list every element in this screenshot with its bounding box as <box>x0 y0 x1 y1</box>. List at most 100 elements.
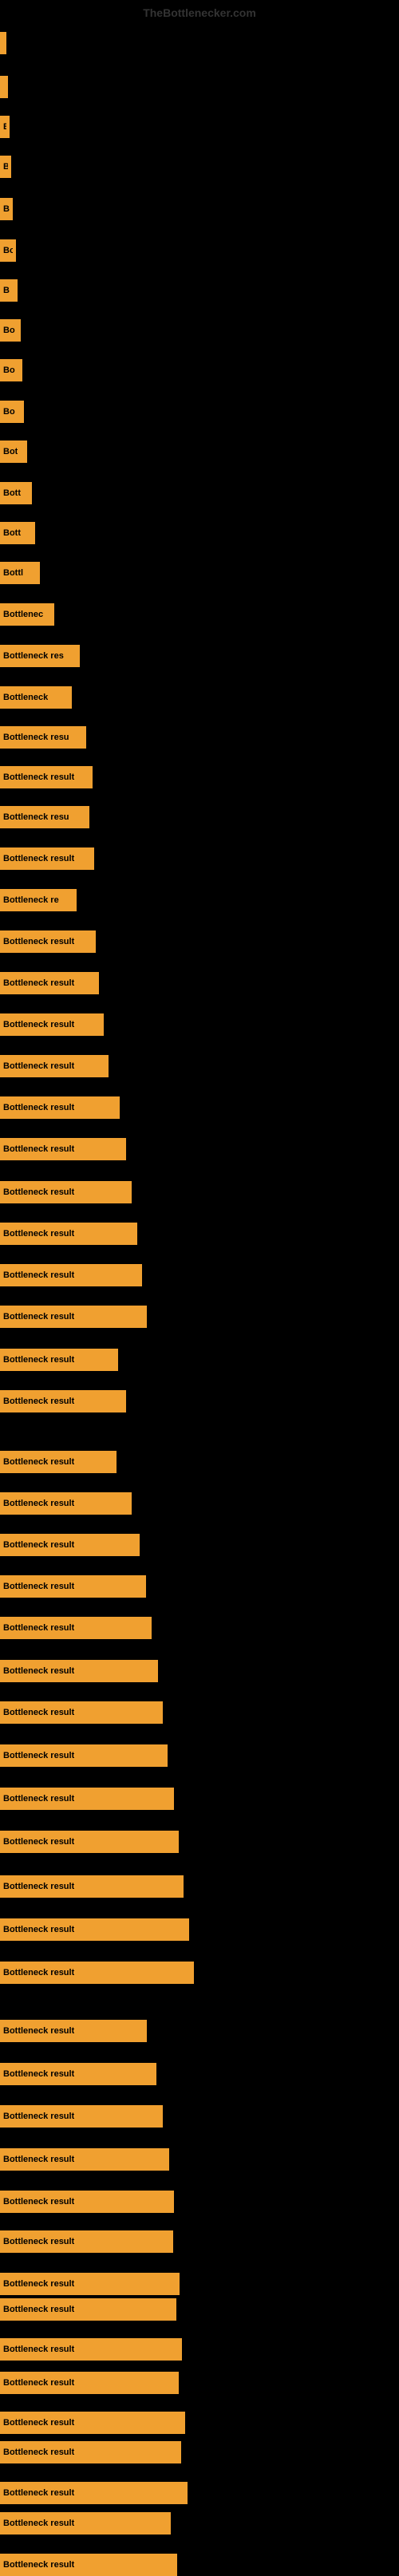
bar-item: Bottleneck result <box>0 1831 179 1853</box>
bar-label: Bottleneck result <box>3 1968 74 1977</box>
bar-item: Bottleneck result <box>0 930 96 953</box>
bar-label: Bottleneck result <box>3 2112 74 2121</box>
bar-item: Bottleneck result <box>0 1744 168 1767</box>
bar-label: Bottleneck result <box>3 772 74 782</box>
bar-item: Bottlenec <box>0 603 54 626</box>
bar-item: Bott <box>0 522 35 544</box>
bar-item: Bottleneck result <box>0 1575 146 1598</box>
bar-item: Bottleneck result <box>0 1451 117 1473</box>
bar-item: Bottleneck result <box>0 1788 174 1810</box>
bar-label: Bottleneck result <box>3 2237 74 2246</box>
bar-label: Bottleneck result <box>3 1882 74 1891</box>
site-title: TheBottlenecker.com <box>143 6 256 19</box>
bar-label: Bottleneck result <box>3 2197 74 2207</box>
bar-label: Bottleneck result <box>3 1187 74 1197</box>
bar-item: Bottleneck result <box>0 2105 163 2128</box>
bar-label: Bottleneck result <box>3 937 74 946</box>
bar-label: Bo <box>3 407 15 417</box>
bar-label: Bott <box>3 488 21 498</box>
bar-label: Bottleneck result <box>3 1582 74 1591</box>
bar-item: Bottleneck result <box>0 1306 147 1328</box>
bar-item: Bottleneck result <box>0 1617 152 1639</box>
bar-label: Bottleneck resu <box>3 733 69 742</box>
bar-item: Bottl <box>0 562 40 584</box>
bar-label: Bottleneck result <box>3 1708 74 1717</box>
bar-label: Bottleneck result <box>3 1229 74 1239</box>
bar-label: Bottleneck result <box>3 1499 74 1508</box>
bar-label: Bottleneck result <box>3 1794 74 1804</box>
bar-label: Bottleneck result <box>3 1144 74 1154</box>
bar-label: Bo <box>3 365 15 375</box>
bar-label: Bottleneck result <box>3 2519 74 2528</box>
bar-item: Bottleneck result <box>0 2191 174 2213</box>
bar-label: Bottleneck result <box>3 2026 74 2036</box>
bar-label: Bottleneck result <box>3 1061 74 1071</box>
bar-item: Bottleneck result <box>0 1349 118 1371</box>
bar-label: E <box>3 122 6 132</box>
bar-item: Bottleneck result <box>0 1701 163 1724</box>
bar-label: Bottleneck result <box>3 2418 74 2428</box>
bar-item: Bottleneck result <box>0 1390 126 1412</box>
bar-label: Bottleneck result <box>3 2448 74 2457</box>
bar-item: Bottleneck result <box>0 2230 173 2253</box>
bar-item: Bo <box>0 359 22 381</box>
bar-label: Bottleneck result <box>3 1355 74 1365</box>
bar-item: Bottleneck result <box>0 2512 171 2535</box>
bar-label: Bot <box>3 447 18 456</box>
bar-item: E <box>0 116 10 138</box>
bar-item: B <box>0 156 11 178</box>
bar-label: Bottleneck result <box>3 1666 74 1676</box>
bar-label: B <box>3 204 10 214</box>
bar-label: B <box>3 162 8 172</box>
bar-item: Bottleneck result <box>0 2441 181 2463</box>
bar-item: Bottleneck result <box>0 2273 180 2295</box>
bar-label: Bottleneck result <box>3 2305 74 2314</box>
bar-label: Bottleneck re <box>3 895 59 905</box>
bar-item: Bottleneck result <box>0 972 99 994</box>
bar-item: Bottleneck result <box>0 1138 126 1160</box>
bar-label: Bottleneck result <box>3 2560 74 2570</box>
bar-item: Bottleneck result <box>0 1492 132 1515</box>
bar-item: Bottleneck result <box>0 2372 179 2394</box>
bar-item: Bottleneck result <box>0 1055 109 1077</box>
bar-label: Bottleneck result <box>3 2488 74 2498</box>
bar-label: Bottleneck result <box>3 1270 74 1280</box>
bar-item: Bottleneck result <box>0 847 94 870</box>
bar-item: Bottleneck result <box>0 2412 185 2434</box>
bar-item: Bottleneck re <box>0 889 77 911</box>
bar-item: Bo <box>0 239 16 262</box>
bar-label: Bottleneck result <box>3 2069 74 2079</box>
bar-label: B <box>3 286 10 295</box>
bar-label: Bottleneck result <box>3 1925 74 1934</box>
bar-label: Bottl <box>3 568 23 578</box>
bar-item: Bottleneck result <box>0 766 93 788</box>
bar-label: Bo <box>3 326 15 335</box>
bar-label: Bottleneck res <box>3 651 64 661</box>
bar-item: Bot <box>0 441 27 463</box>
bar-label: Bottleneck result <box>3 1312 74 1322</box>
bar-label: Bottleneck result <box>3 1020 74 1029</box>
bar-item: Bottleneck result <box>0 2338 182 2361</box>
bar-label: Bottleneck result <box>3 2378 74 2388</box>
bar-item: Bottleneck result <box>0 1875 184 1898</box>
bar-item: Bottleneck resu <box>0 806 89 828</box>
bar-label: Bottleneck result <box>3 854 74 863</box>
bar-item: Bottleneck result <box>0 1223 137 1245</box>
bar-item: B <box>0 198 13 220</box>
bar-item: Bo <box>0 319 21 342</box>
bar-item: Bottleneck <box>0 686 72 709</box>
bar-label: Bottleneck result <box>3 2279 74 2289</box>
bar-item: Bottleneck result <box>0 2298 176 2321</box>
bar-label: Bottlenec <box>3 610 43 619</box>
bar-label: Bottleneck result <box>3 1457 74 1467</box>
bar-item: Bottleneck result <box>0 2482 188 2504</box>
bar-label: Bottleneck resu <box>3 812 69 822</box>
bar-item: Bottleneck result <box>0 1660 158 1682</box>
bar-item: Bottleneck res <box>0 645 80 667</box>
bar-item: Bo <box>0 401 24 423</box>
bar-item: Bottleneck result <box>0 2554 177 2576</box>
bar-item <box>0 76 8 98</box>
bar-item: Bottleneck result <box>0 1962 194 1984</box>
bar-label: Bott <box>3 528 21 538</box>
bar-label: Bottleneck result <box>3 978 74 988</box>
